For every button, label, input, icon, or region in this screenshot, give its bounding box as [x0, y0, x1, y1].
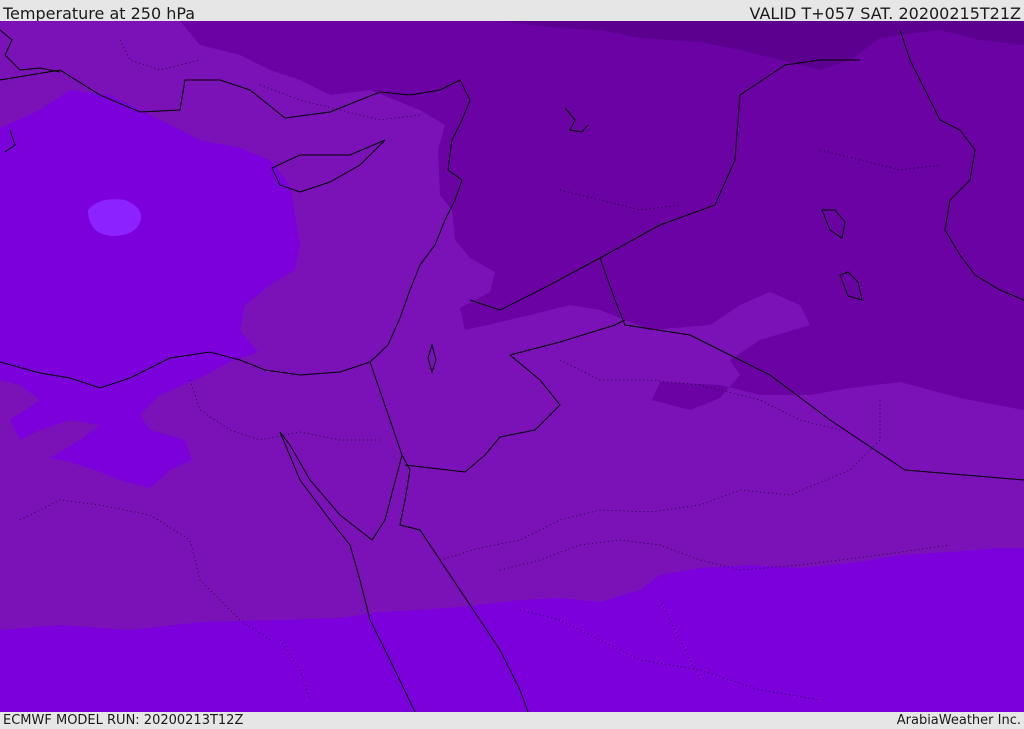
map-title: Temperature at 250 hPa — [3, 4, 196, 21]
valid-time: VALID T+057 SAT. 20200215T21Z — [749, 4, 1021, 21]
credit-label: ArabiaWeather Inc. — [896, 713, 1021, 728]
footer-bar: ECMWF MODEL RUN: 20200213T12Z ArabiaWeat… — [0, 712, 1024, 729]
weather-map[interactable] — [0, 21, 1024, 712]
header-bar: Temperature at 250 hPa VALID T+057 SAT. … — [0, 0, 1024, 21]
model-run-label: ECMWF MODEL RUN: 20200213T12Z — [3, 713, 244, 728]
